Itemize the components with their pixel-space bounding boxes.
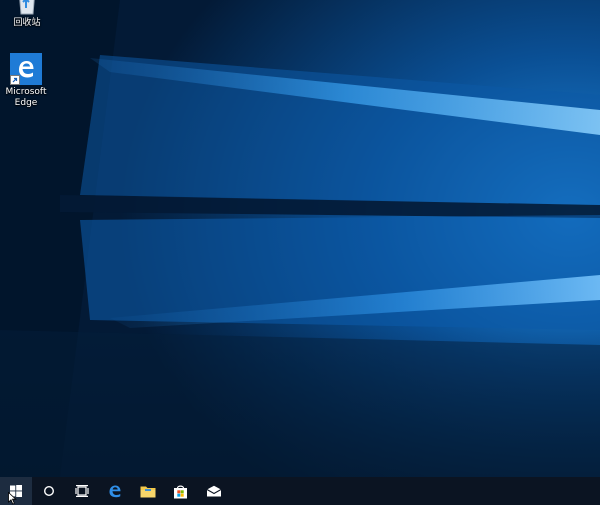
edge-label: Microsoft Edge (6, 87, 47, 109)
start-button[interactable] (0, 477, 32, 505)
mouse-cursor-icon (8, 492, 17, 505)
file-explorer-icon (140, 485, 156, 498)
edge-label-line2: Edge (14, 98, 38, 108)
taskbar (0, 477, 600, 505)
taskbar-file-explorer-button[interactable] (131, 477, 164, 505)
edge-icon (10, 53, 42, 85)
task-view-icon (74, 485, 89, 497)
shortcut-arrow-icon (10, 75, 20, 85)
cortana-search-icon (43, 485, 55, 497)
store-icon (173, 484, 188, 499)
desktop-wallpaper (0, 0, 600, 477)
recycle-bin-icon (11, 0, 43, 16)
cortana-search-button[interactable] (32, 477, 65, 505)
taskbar-mail-button[interactable] (197, 477, 230, 505)
edge-desktop-icon[interactable]: Microsoft Edge (0, 53, 53, 109)
recycle-bin-label: 回收站 (13, 18, 41, 28)
edge-label-line1: Microsoft (5, 87, 47, 97)
taskbar-store-button[interactable] (164, 477, 197, 505)
recycle-bin-desktop-icon[interactable]: 回收站 (0, 0, 54, 29)
task-view-button[interactable] (65, 477, 98, 505)
desktop-screen: 回收站 Microsoft Edge (0, 0, 600, 505)
edge-icon (107, 483, 123, 499)
taskbar-edge-button[interactable] (98, 477, 131, 505)
mail-icon (206, 485, 222, 497)
